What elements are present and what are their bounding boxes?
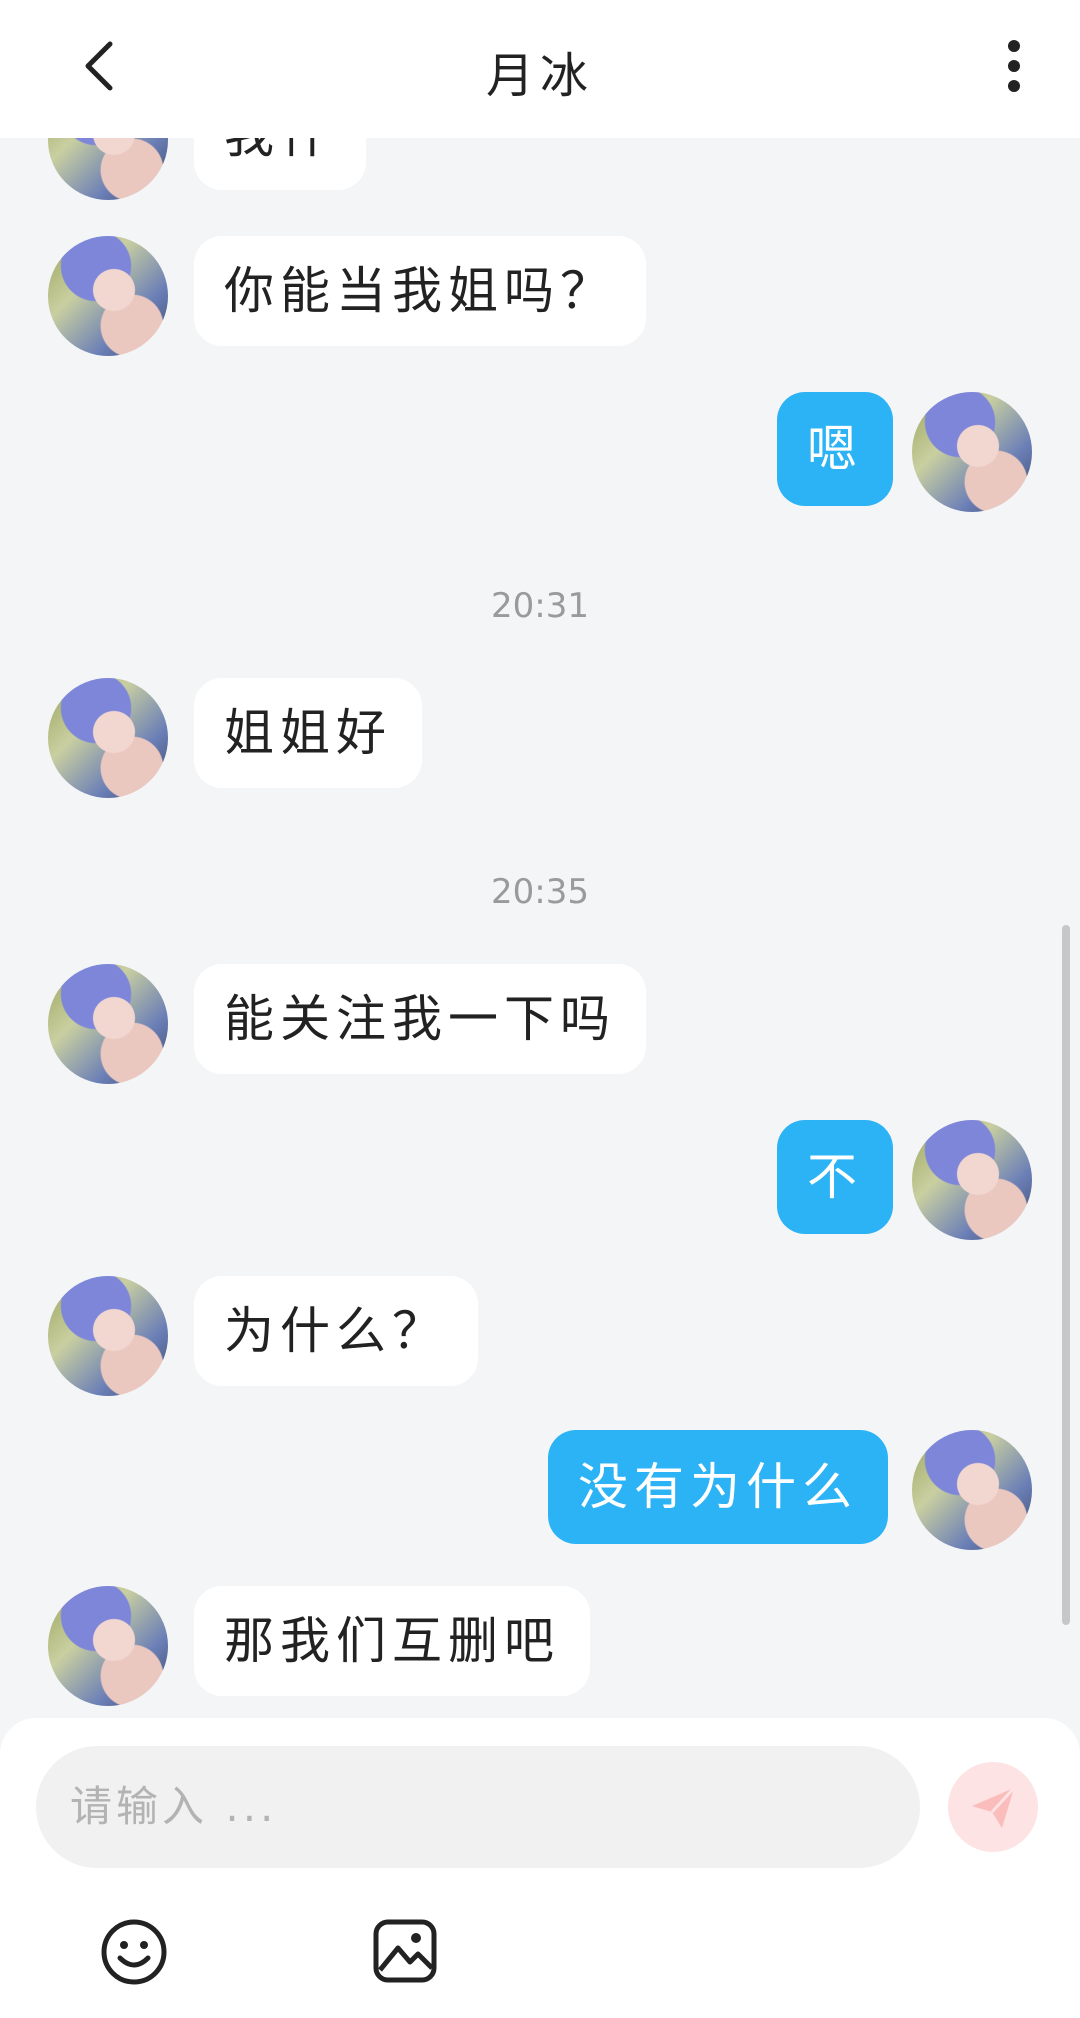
chat-header: 月冰: [0, 0, 1080, 138]
incoming-message: 能关注我一下吗: [194, 964, 646, 1074]
contact-avatar[interactable]: [48, 1276, 168, 1396]
outgoing-message: 嗯: [777, 392, 893, 506]
smiley-icon: [101, 1919, 167, 1985]
send-button[interactable]: [948, 1762, 1038, 1852]
composer: 请输入 ...: [0, 1718, 1080, 2018]
message-list[interactable]: 我什 你能当我姐吗？ 嗯 20:31 姐姐好 20:35 能关注我一下吗 不 为…: [0, 138, 1080, 1718]
contact-avatar[interactable]: [48, 964, 168, 1084]
incoming-message: 为什么？: [194, 1276, 478, 1386]
more-options-button[interactable]: [994, 36, 1034, 96]
incoming-message: 你能当我姐吗？: [194, 236, 646, 346]
outgoing-message: 没有为什么: [548, 1430, 888, 1544]
timestamp: 20:31: [491, 586, 589, 626]
my-avatar[interactable]: [912, 1430, 1032, 1550]
incoming-message: 那我们互删吧: [194, 1586, 590, 1696]
image-icon: [373, 1919, 437, 1983]
contact-avatar[interactable]: [48, 1586, 168, 1706]
scrollbar[interactable]: [1062, 925, 1070, 1625]
incoming-message: 我什: [194, 138, 366, 190]
outgoing-message: 不: [777, 1120, 893, 1234]
chat-title: 月冰: [485, 48, 594, 104]
my-avatar[interactable]: [912, 392, 1032, 512]
timestamp: 20:35: [491, 872, 589, 912]
image-button[interactable]: [372, 1918, 438, 1984]
emoji-button[interactable]: [100, 1918, 168, 1986]
message-input[interactable]: 请输入 ...: [36, 1746, 920, 1868]
my-avatar[interactable]: [912, 1120, 1032, 1240]
send-icon: [972, 1786, 1016, 1828]
contact-avatar[interactable]: [48, 236, 168, 356]
contact-avatar[interactable]: [48, 138, 168, 200]
more-vertical-icon: [1008, 40, 1020, 92]
contact-avatar[interactable]: [48, 678, 168, 798]
incoming-message: 姐姐好: [194, 678, 422, 788]
